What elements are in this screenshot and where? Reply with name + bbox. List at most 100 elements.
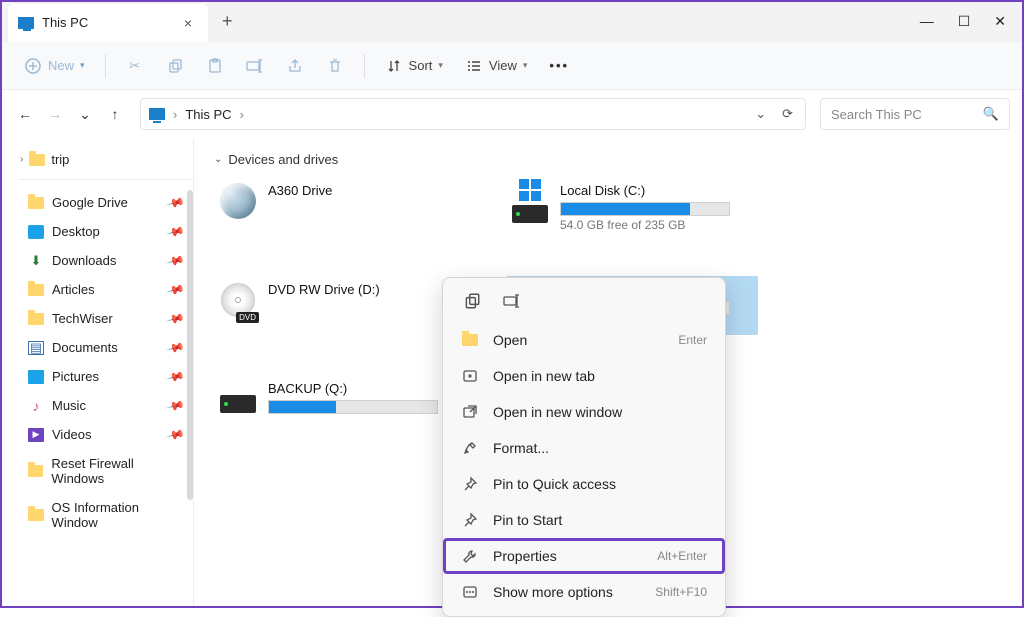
menu-shortcut: Alt+Enter: [657, 549, 707, 563]
breadcrumb[interactable]: This PC: [185, 107, 231, 122]
menu-shortcut: Shift+F10: [655, 585, 707, 599]
search-box[interactable]: 🔍: [820, 98, 1010, 130]
separator: [18, 179, 193, 180]
plus-circle-icon: [24, 57, 42, 75]
pin-icon: 📌: [166, 222, 186, 242]
folder-icon: [462, 334, 478, 346]
caret-down-icon: ▾: [438, 60, 443, 71]
menu-label: Pin to Quick access: [493, 476, 616, 492]
share-icon: [286, 57, 304, 75]
paste-button[interactable]: [198, 53, 232, 79]
cut-button[interactable]: ✂: [118, 53, 152, 79]
share-button[interactable]: [278, 53, 312, 79]
rename-icon: [246, 57, 264, 75]
toolbar: New ▾ ✂ Sort ▾ View ▾ •••: [2, 42, 1022, 90]
new-button[interactable]: New ▾: [16, 53, 93, 79]
tree-item-trip[interactable]: › trip: [2, 148, 193, 171]
drive-dvd-rw-drive-d-[interactable]: DVD DVD RW Drive (D:): [214, 276, 466, 335]
search-input[interactable]: [831, 107, 971, 122]
sidebar-item-music[interactable]: ♪ Music 📌: [2, 391, 193, 420]
sort-icon: [385, 57, 403, 75]
tab-this-pc[interactable]: This PC ×: [8, 4, 208, 42]
menu-label: Pin to Start: [493, 512, 562, 528]
menu-label: Open in new tab: [493, 368, 595, 384]
section-title: Devices and drives: [228, 152, 338, 167]
folder-icon: [28, 509, 44, 521]
sidebar-item-downloads[interactable]: ⬇ Downloads 📌: [2, 246, 193, 275]
menu-properties[interactable]: Properties Alt+Enter: [443, 538, 725, 574]
rename-icon[interactable]: [501, 290, 523, 312]
menu-open[interactable]: Open Enter: [443, 322, 725, 358]
pin-icon: 📌: [166, 280, 186, 300]
section-devices-drives[interactable]: ⌄ Devices and drives: [214, 148, 1002, 177]
folder-icon: [28, 197, 44, 209]
sidebar-scrollbar[interactable]: [187, 190, 193, 500]
copy-button[interactable]: [158, 53, 192, 79]
more-button[interactable]: •••: [541, 54, 577, 77]
clipboard-icon: [206, 57, 224, 75]
this-pc-icon: [18, 17, 34, 29]
forward-button[interactable]: →: [44, 103, 66, 125]
pin-icon: 📌: [166, 367, 186, 387]
sidebar-item-label: Documents: [52, 340, 118, 355]
up-button[interactable]: ↑: [104, 103, 126, 125]
new-tab-button[interactable]: +: [222, 11, 233, 32]
sidebar-item-google-drive[interactable]: Google Drive 📌: [2, 188, 193, 217]
minimize-button[interactable]: —: [920, 13, 934, 30]
drive-backup-q-[interactable]: BACKUP (Q:): [214, 375, 466, 423]
drive-local-disk-c-[interactable]: Local Disk (C:) 54.0 GB free of 235 GB: [506, 177, 758, 236]
menu-pin-to-quick-access[interactable]: Pin to Quick access: [443, 466, 725, 502]
newwin-icon: [461, 403, 479, 421]
menu-pin-to-start[interactable]: Pin to Start: [443, 502, 725, 538]
menu-open-in-new-tab[interactable]: Open in new tab: [443, 358, 725, 394]
rename-button[interactable]: [238, 53, 272, 79]
dots-icon: •••: [549, 58, 569, 73]
pin-icon: 📌: [166, 193, 186, 213]
folder-icon: [28, 284, 44, 296]
sidebar: › trip Google Drive 📌 Desktop 📌 ⬇ Downlo…: [2, 138, 194, 606]
address-bar[interactable]: › This PC › ⌄ ⟳: [140, 98, 806, 130]
drive-a360-drive[interactable]: A360 Drive: [214, 177, 466, 236]
sidebar-item-reset-firewall-windows[interactable]: Reset Firewall Windows: [2, 449, 193, 493]
separator: [364, 54, 365, 78]
menu-open-in-new-window[interactable]: Open in new window: [443, 394, 725, 430]
sidebar-item-os-information-window[interactable]: OS Information Window: [2, 493, 193, 537]
titlebar: This PC × + — ☐ ✕: [2, 2, 1022, 42]
videos-icon: ▶: [28, 428, 44, 442]
delete-button[interactable]: [318, 53, 352, 79]
more-icon: [461, 583, 479, 601]
menu-format-[interactable]: Format...: [443, 430, 725, 466]
view-button[interactable]: View ▾: [457, 53, 535, 79]
refresh-icon[interactable]: ⟳: [778, 106, 797, 122]
view-label: View: [489, 58, 517, 73]
sidebar-item-pictures[interactable]: Pictures 📌: [2, 362, 193, 391]
history-dropdown[interactable]: ⌄: [74, 103, 96, 125]
windows-icon: [519, 179, 541, 201]
back-button[interactable]: ←: [14, 103, 36, 125]
tab-close-icon[interactable]: ×: [178, 15, 198, 31]
caret-down-icon: ▾: [523, 60, 528, 71]
maximize-button[interactable]: ☐: [958, 13, 971, 30]
sidebar-item-techwiser[interactable]: TechWiser 📌: [2, 304, 193, 333]
pin-icon: [461, 475, 479, 493]
chevron-right-icon: ›: [20, 154, 23, 165]
sort-button[interactable]: Sort ▾: [377, 53, 451, 79]
view-icon: [465, 57, 483, 75]
copy-icon[interactable]: [461, 290, 483, 312]
sidebar-item-videos[interactable]: ▶ Videos 📌: [2, 420, 193, 449]
this-pc-icon: [149, 108, 165, 120]
folder-icon: [28, 313, 44, 325]
menu-show-more-options[interactable]: Show more options Shift+F10: [443, 574, 725, 610]
sidebar-item-documents[interactable]: ▤ Documents 📌: [2, 333, 193, 362]
trash-icon: [326, 57, 344, 75]
close-button[interactable]: ✕: [994, 13, 1006, 30]
crumb-sep: ›: [240, 107, 244, 122]
music-icon: ♪: [28, 399, 44, 413]
sidebar-item-label: Desktop: [52, 224, 100, 239]
tree-label: trip: [51, 152, 69, 167]
sidebar-item-articles[interactable]: Articles 📌: [2, 275, 193, 304]
sidebar-item-label: Reset Firewall Windows: [51, 456, 185, 486]
address-dropdown-icon[interactable]: ⌄: [751, 106, 770, 122]
scissors-icon: ✂: [126, 57, 144, 75]
sidebar-item-desktop[interactable]: Desktop 📌: [2, 217, 193, 246]
